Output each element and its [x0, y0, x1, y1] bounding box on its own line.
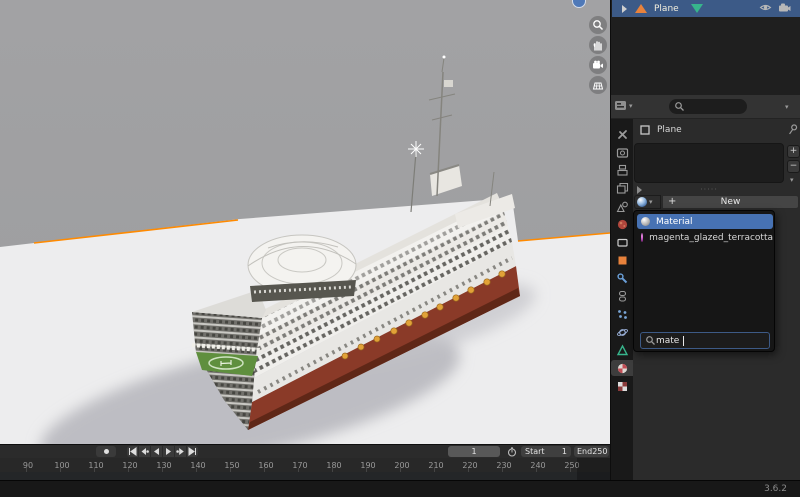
play-reverse-button[interactable] — [151, 446, 162, 457]
remove-slot-button[interactable]: − — [787, 160, 800, 173]
right-panel: Plane ▾ ▾ — [610, 0, 800, 480]
outliner-item-label[interactable]: Plane — [654, 4, 679, 14]
material-slot-list[interactable] — [634, 143, 784, 183]
slot-specials-chevron-icon[interactable]: ▾ — [790, 176, 794, 184]
perspective-toggle-icon[interactable] — [589, 76, 607, 94]
tab-object[interactable] — [611, 252, 633, 268]
dropdown-search-input[interactable] — [656, 336, 684, 346]
record-dot-icon — [104, 449, 109, 454]
frame-start-field[interactable]: Start 1 — [521, 446, 571, 457]
render-camera-icon[interactable] — [778, 2, 791, 13]
mesh-object-icon — [635, 4, 647, 13]
editor-type-button[interactable]: ▾ — [614, 99, 633, 112]
properties-search[interactable] — [669, 99, 747, 114]
tab-particles[interactable] — [611, 306, 633, 322]
current-frame-field[interactable]: 1 — [448, 446, 500, 457]
tab-tool[interactable] — [611, 126, 633, 142]
properties-header: ▾ ▾ — [611, 95, 800, 119]
play-button[interactable] — [163, 446, 174, 457]
search-icon — [645, 335, 656, 346]
properties-editor-icon — [614, 99, 627, 112]
out-of-range-shade — [577, 458, 610, 481]
tab-scene[interactable] — [611, 198, 633, 214]
start-label: Start — [525, 447, 545, 456]
timeline-header: 1 Start 1 End 250 — [0, 445, 610, 458]
prev-keyframe-button[interactable] — [139, 446, 150, 457]
viewport-scene-svg — [0, 0, 610, 444]
next-keyframe-button[interactable] — [175, 446, 186, 457]
header-options-chevron-icon[interactable]: ▾ — [785, 103, 789, 111]
current-frame-value: 1 — [471, 447, 476, 456]
plus-icon: + — [668, 197, 676, 207]
eye-icon[interactable] — [759, 2, 772, 13]
dropdown-item-label: Material — [656, 217, 693, 227]
pan-hand-icon[interactable] — [589, 36, 607, 54]
tab-view-layer[interactable] — [611, 180, 633, 196]
outliner-item-plane[interactable]: Plane — [612, 0, 800, 17]
end-label: End — [577, 447, 592, 456]
expand-arrow-icon[interactable] — [622, 5, 627, 13]
chevron-down-icon: ▾ — [649, 198, 653, 206]
outliner-editor: Plane — [611, 0, 800, 95]
transport-controls — [127, 446, 198, 457]
add-slot-button[interactable]: + — [787, 145, 800, 158]
browse-material-button[interactable]: ▾ — [634, 195, 661, 209]
properties-tab-column — [611, 119, 633, 480]
frame-end-field[interactable]: End 250 — [574, 446, 609, 457]
tab-object-data[interactable] — [611, 342, 633, 358]
breadcrumb-object-label[interactable]: Plane — [657, 125, 682, 135]
jump-to-start-button[interactable] — [127, 446, 138, 457]
new-material-button[interactable]: + New — [662, 195, 799, 209]
blender-window: Plane ▾ ▾ — [0, 0, 800, 497]
tab-material[interactable] — [611, 360, 633, 376]
3d-viewport[interactable] — [0, 0, 610, 444]
search-icon — [674, 101, 685, 112]
material-dropdown: Material magenta_glazed_terracotta — [633, 210, 775, 352]
material-sphere-icon — [637, 197, 647, 207]
auto-keying-button[interactable] — [96, 446, 116, 457]
breadcrumb: Plane — [639, 124, 682, 136]
zoom-icon[interactable] — [589, 16, 607, 34]
dropdown-item-magenta-glazed-terracotta[interactable]: magenta_glazed_terracotta — [637, 230, 773, 245]
tab-collection[interactable] — [611, 234, 633, 250]
tab-world[interactable] — [611, 216, 633, 232]
tab-texture[interactable] — [611, 378, 633, 394]
object-icon — [639, 124, 651, 136]
preview-range-icon[interactable] — [505, 446, 518, 457]
tab-physics[interactable] — [611, 324, 633, 340]
properties-search-input[interactable] — [685, 102, 743, 112]
tab-output[interactable] — [611, 162, 633, 178]
dropdown-item-material[interactable]: Material — [637, 214, 773, 229]
new-button-label: New — [721, 197, 741, 207]
version-label: 3.6.2 — [764, 484, 787, 494]
pin-icon[interactable] — [787, 123, 799, 137]
tab-render[interactable] — [611, 144, 633, 160]
status-bar: 3.6.2 — [0, 480, 800, 497]
camera-view-icon[interactable] — [589, 56, 607, 74]
text-cursor — [683, 336, 684, 346]
jump-to-end-button[interactable] — [187, 446, 198, 457]
list-resize-grip[interactable]: ····· — [634, 185, 784, 194]
start-value: 1 — [562, 447, 567, 456]
end-value: 250 — [592, 447, 607, 456]
material-preview-icon — [641, 217, 650, 226]
material-preview-icon — [641, 233, 643, 242]
dropdown-item-label: magenta_glazed_terracotta — [649, 233, 773, 243]
chevron-down-icon: ▾ — [629, 102, 633, 110]
tab-constraints[interactable] — [611, 288, 633, 304]
timeline-editor: 1 Start 1 End 250 80 90 100 110 120 130 … — [0, 444, 610, 480]
tab-modifiers[interactable] — [611, 270, 633, 286]
mesh-data-icon — [691, 4, 703, 13]
dropdown-search[interactable] — [640, 332, 770, 349]
properties-editor: ▾ ▾ — [611, 95, 800, 480]
